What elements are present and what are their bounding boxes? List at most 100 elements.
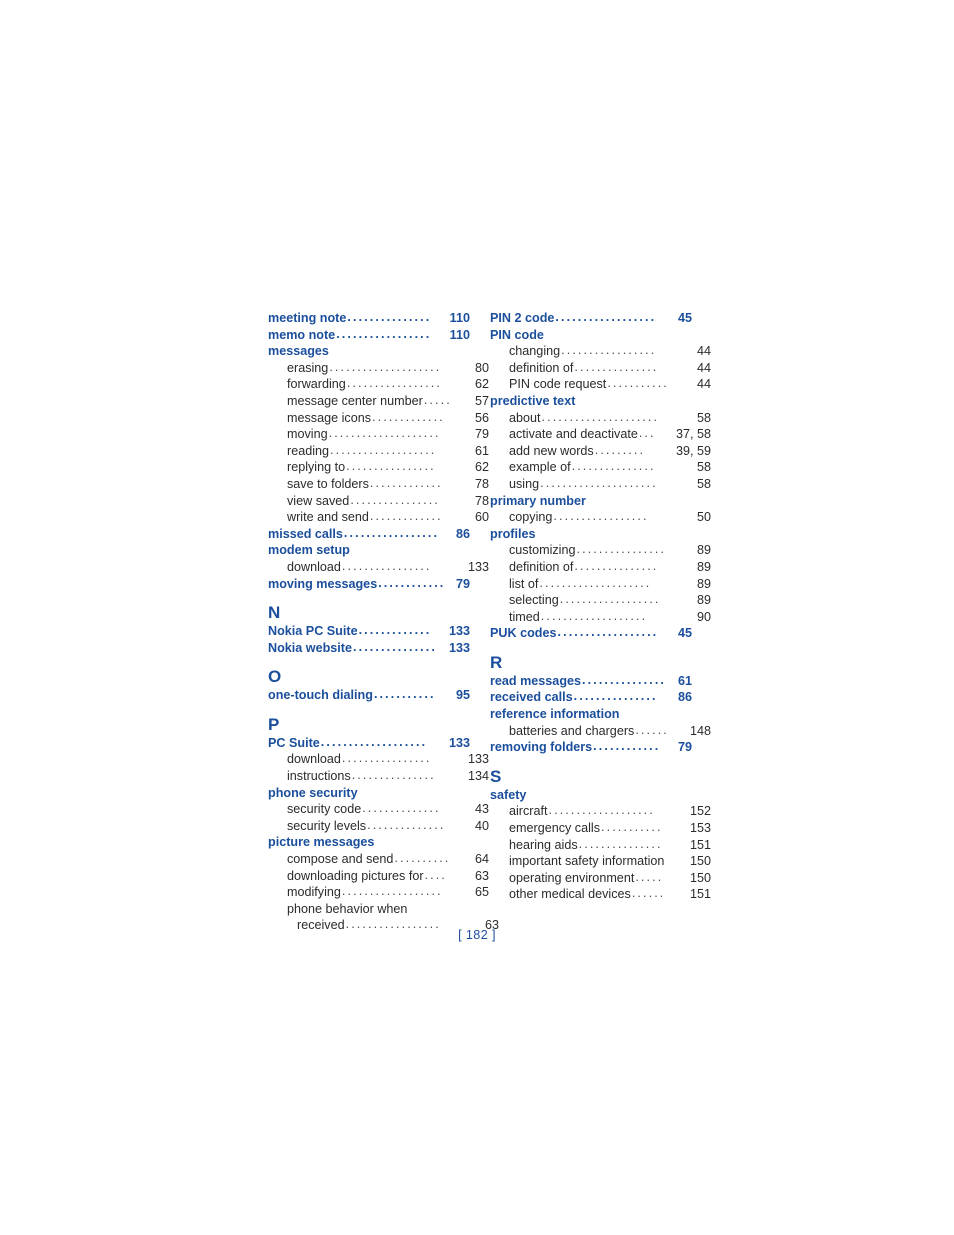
index-entry-sub: other medical devices...... 151: [490, 886, 711, 903]
index-entry-label: Nokia website: [268, 640, 352, 655]
dot-leader: ...............: [571, 459, 656, 474]
index-page: meeting note............... 110 memo note.…: [0, 0, 954, 1235]
index-entry-label: replying to: [287, 460, 346, 475]
index-entry-label: view saved: [287, 493, 350, 508]
index-entry-page-number: 61: [474, 443, 489, 458]
index-entry-page-number: 40: [474, 818, 489, 833]
index-entry-label: PC Suite: [268, 735, 320, 750]
index-entry-sub: about..................... 58: [490, 410, 711, 427]
index-entry-page-number: 62: [474, 460, 489, 475]
index-entry-sub: security levels.............. 40: [268, 818, 489, 835]
dot-leader: .................: [336, 326, 432, 341]
dot-leader: .....................: [541, 409, 660, 424]
index-entry-sub: message center number..... 57: [268, 393, 489, 410]
index-entry-sub: security code.............. 43: [268, 801, 489, 818]
index-entry-label: using: [509, 476, 540, 491]
index-entry-main: messages: [268, 343, 470, 360]
index-entry-sub: phone behavior when: [268, 901, 489, 918]
index-entry-page-number: 43: [474, 802, 489, 817]
index-entry-label: write and send: [287, 510, 369, 525]
dot-leader: .................: [346, 376, 442, 391]
index-entry-main: moving messages............ 79: [268, 576, 470, 593]
index-entry-sub: copying................. 50: [490, 509, 711, 526]
dot-leader: ............: [378, 575, 446, 590]
index-entry-label: reference information: [490, 707, 620, 722]
section-letter-r: R: [490, 652, 503, 672]
index-entry-label: timed: [509, 609, 540, 624]
dot-leader: .............: [372, 409, 445, 424]
index-entry-label: one-touch dialing: [268, 688, 373, 703]
index-entry-label: message center number: [287, 393, 423, 408]
index-entry-label: erasing: [287, 360, 329, 375]
index-entry-label: PIN code request: [509, 377, 607, 392]
index-entry-label: message icons: [287, 410, 371, 425]
index-entry-sub: download................ 133: [268, 751, 489, 768]
dot-leader: ...........: [601, 820, 663, 835]
index-entry-main: PUK codes.................. 45: [490, 625, 692, 642]
index-entry-sub: PIN code request........... 44: [490, 376, 711, 393]
index-entry-sub: definition of............... 44: [490, 360, 711, 377]
index-entry-main: removing folders............ 79: [490, 739, 692, 756]
index-entry-page-number: 63: [474, 868, 489, 883]
index-entry-page-number: 134: [467, 769, 489, 784]
index-entry-page-number: 110: [449, 311, 470, 325]
index-entry-label: definition of: [509, 360, 574, 375]
index-entry-label: received calls: [490, 690, 573, 705]
index-entry-main: memo note................. 110: [268, 327, 470, 344]
index-entry-label: reading: [287, 443, 330, 458]
index-entry-label: meeting note: [268, 311, 347, 325]
index-entry-page-number: 133: [467, 752, 489, 767]
index-entry-page-number: 61: [677, 673, 692, 688]
dot-leader: ...........: [373, 687, 436, 702]
index-entry-page-number: 80: [474, 360, 489, 375]
index-entry-page-number: 148: [689, 723, 711, 738]
dot-leader: ...................: [320, 734, 428, 749]
dot-leader: ................: [341, 751, 432, 766]
section-letter-s: S: [490, 766, 502, 786]
index-entry-page-number: 151: [689, 887, 711, 902]
index-entry-page-number: 58: [696, 410, 711, 425]
index-entry-label: important safety information: [509, 854, 665, 869]
dot-leader: .............: [369, 509, 443, 524]
index-entry-page-number: 150: [689, 854, 711, 869]
index-entry-label: save to folders: [287, 476, 369, 491]
index-entry-main: Nokia PC Suite............. 133: [268, 623, 470, 640]
index-entry-label: missed calls: [268, 526, 343, 541]
index-entry-label: forwarding: [287, 377, 346, 392]
index-entry-page-number: 151: [689, 837, 711, 852]
index-entry-label: modem setup: [268, 543, 350, 558]
index-entry-main: PIN 2 code.................. 45: [490, 310, 692, 327]
index-entry-label: other medical devices: [509, 887, 631, 902]
dot-leader: ...............: [574, 558, 659, 573]
dot-leader: ..................: [555, 310, 657, 324]
index-entry-label: PUK codes: [490, 626, 557, 641]
dot-leader: .................: [553, 509, 649, 524]
index-entry-page-number: 89: [696, 543, 711, 558]
index-entry-sub: forwarding................. 62: [268, 376, 489, 393]
dot-leader: .............: [358, 623, 432, 638]
index-entry-label: add new words: [509, 443, 594, 458]
dot-leader: .................: [561, 343, 657, 358]
index-entry-sub: list of.................... 89: [490, 576, 711, 593]
index-entry-sub: save to folders............. 78: [268, 476, 489, 493]
index-entry-label: read messages: [490, 673, 582, 688]
index-entry-sub: modifying.................. 65: [268, 884, 489, 901]
dot-leader: ..................: [559, 592, 661, 607]
dot-leader: .........: [594, 442, 646, 457]
index-entry-label: emergency calls: [509, 821, 600, 836]
index-entry-label: changing: [509, 344, 561, 359]
dot-leader: ...............: [573, 689, 658, 704]
dot-leader: ................: [350, 492, 440, 507]
index-entry-label: example of: [509, 460, 571, 475]
dot-leader: .....................: [540, 475, 658, 490]
index-entry-label: PIN code: [490, 327, 544, 342]
index-entry-page-number: 44: [696, 344, 711, 359]
index-entry-page-number: 58: [696, 460, 711, 475]
dot-leader: ..........: [394, 851, 451, 866]
index-entry-page-number: 133: [448, 735, 470, 750]
index-entry-label: picture messages: [268, 835, 375, 850]
index-entry-page-number: 153: [689, 821, 711, 836]
index-entry-sub: using..................... 58: [490, 476, 711, 493]
dot-leader: .................: [343, 525, 440, 540]
index-entry-main: one-touch dialing........... 95: [268, 687, 470, 704]
